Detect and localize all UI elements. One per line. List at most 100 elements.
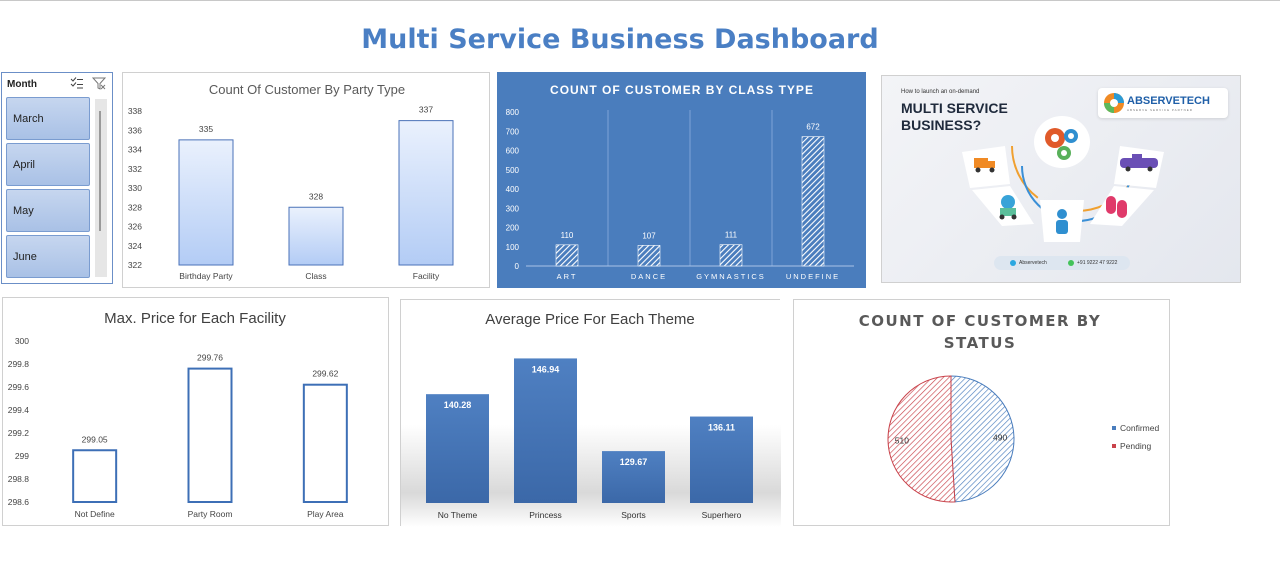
bar-play-area — [302, 383, 348, 503]
class-type-chart-panel: COUNT OF CUSTOMER BY CLASS TYPE 0 100 200 30… — [497, 72, 866, 288]
chart-title: COUNT OF CUSTOMER BY CLASS TYPE — [550, 83, 814, 97]
promo-skype: Abservetech — [1019, 260, 1047, 266]
facility-price-chart: Max. Price for Each Facility 298.6 298.8 29… — [8, 310, 348, 519]
bar-art — [555, 244, 579, 267]
theme-price-chart-panel: Average Price For Each Theme 140.28 No The… — [400, 299, 781, 527]
legend-marker-confirmed — [1112, 426, 1116, 430]
chart-title: Max. Price for Each Facility — [104, 310, 286, 327]
y-tick-label: 299.6 — [8, 382, 30, 392]
brand-tagline: ABSERVE SERVICE PARTNER — [1127, 108, 1193, 112]
y-tick-label: 299.8 — [8, 359, 30, 369]
bar-facility — [398, 120, 454, 266]
data-label-dance: 107 — [642, 231, 656, 240]
slicer-item-june[interactable]: June — [6, 235, 90, 278]
legend-label-pending: Pending — [1120, 441, 1151, 451]
dashboard: Multi Service Business Dashboard Month M… — [0, 0, 1280, 576]
whatsapp-icon — [1068, 260, 1074, 266]
y-tick-label: 330 — [128, 183, 142, 193]
brand-logo: ABSERVETECH ABSERVE SERVICE PARTNER — [1098, 88, 1228, 118]
slicer-item-april[interactable]: April — [6, 143, 90, 186]
bar-princess — [514, 358, 577, 503]
promo-headline: MULTI SERVICE BUSINESS? — [901, 100, 1031, 134]
y-tick-label: 200 — [506, 224, 520, 233]
data-label-party-room: 299.76 — [197, 353, 223, 363]
y-tick-label: 324 — [128, 241, 142, 251]
gears-icon — [1034, 116, 1090, 168]
y-tick-label: 600 — [506, 147, 520, 156]
slicer-scrollbar[interactable] — [95, 99, 107, 277]
data-label-pending: 510 — [895, 436, 909, 446]
y-tick-label: 332 — [128, 164, 142, 174]
x-tick-label: Class — [305, 271, 326, 281]
y-tick-label: 800 — [506, 108, 520, 117]
promo-footer: Abservetech +91 9222 47 9222 — [994, 256, 1130, 270]
status-pie-chart: COUNT OF CUSTOMER BY STATUS 490 Confirmed 51… — [859, 312, 1159, 503]
data-label-sports: 129.67 — [620, 457, 648, 467]
data-label-play-area: 299.62 — [312, 369, 338, 379]
bar-no-theme — [426, 394, 489, 503]
x-tick-label: UNDEFINE — [786, 272, 840, 281]
brand-name: ABSERVETECH — [1127, 95, 1210, 107]
skype-icon — [1010, 260, 1016, 266]
y-tick-label: 334 — [128, 145, 142, 155]
y-tick-label: 338 — [128, 106, 142, 116]
party-type-chart: Count Of Customer By Party Type 322 324 326… — [128, 82, 454, 281]
x-tick-label: GYMNASTICS — [696, 272, 766, 281]
baby-icon — [1040, 200, 1084, 242]
x-tick-label: Play Area — [307, 509, 344, 519]
y-tick-label: 299.4 — [8, 405, 30, 415]
multi-select-icon[interactable] — [70, 77, 84, 89]
bar-birthday-party — [178, 139, 234, 266]
legend-marker-pending — [1112, 444, 1116, 448]
promo-small-text: How to launch an on-demand — [901, 89, 980, 95]
top-border — [0, 0, 1280, 1]
data-label-superhero: 136.11 — [708, 423, 735, 433]
bar-dance — [637, 245, 661, 267]
brand-logo-icon — [1104, 93, 1124, 113]
x-tick-label: No Theme — [438, 510, 478, 520]
slicer-item-march[interactable]: March — [6, 97, 90, 140]
month-slicer: Month March April May June — [1, 72, 113, 284]
y-tick-label: 326 — [128, 222, 142, 232]
taxi-icon — [1114, 146, 1164, 188]
slicer-scroll-thumb[interactable] — [99, 111, 101, 231]
delivery-icon — [972, 186, 1034, 226]
dashboard-title: Multi Service Business Dashboard — [361, 24, 879, 55]
facility-price-chart-panel: Max. Price for Each Facility 298.6 298.8 29… — [2, 297, 389, 526]
theme-price-chart: Average Price For Each Theme 140.28 No The… — [401, 300, 781, 527]
y-tick-label: 299.2 — [8, 428, 30, 438]
clear-filter-icon[interactable] — [92, 77, 106, 90]
y-tick-label: 336 — [128, 125, 142, 135]
x-tick-label: Party Room — [188, 509, 233, 519]
x-tick-label: Princess — [529, 510, 562, 520]
data-label-art: 110 — [561, 231, 574, 240]
data-label-class: 328 — [309, 191, 323, 201]
promo-headline-line2: BUSINESS? — [901, 117, 982, 133]
y-tick-label: 0 — [515, 262, 520, 271]
x-tick-label: Sports — [621, 510, 646, 520]
data-label-princess: 146.94 — [532, 364, 560, 374]
data-label-birthday-party: 335 — [199, 124, 213, 134]
data-label-confirmed: 490 — [993, 432, 1007, 442]
y-tick-label: 298.6 — [8, 497, 30, 507]
bar-party-room — [187, 367, 233, 503]
y-tick-label: 328 — [128, 202, 142, 212]
promo-banner: How to launch an on-demand MULTI SERVICE… — [881, 75, 1241, 283]
y-tick-label: 300 — [15, 336, 29, 346]
y-tick-label: 100 — [506, 243, 520, 252]
party-type-chart-panel: Count Of Customer By Party Type 322 324 326… — [122, 72, 490, 288]
slicer-item-may[interactable]: May — [6, 189, 90, 232]
y-tick-label: 298.8 — [8, 474, 30, 484]
x-tick-label: DANCE — [631, 272, 667, 281]
data-label-not-define: 299.05 — [82, 434, 108, 444]
status-pie-chart-panel: COUNT OF CUSTOMER BY STATUS 490 Confirmed 51… — [793, 299, 1170, 526]
chart-title: Average Price For Each Theme — [485, 311, 695, 328]
x-tick-label: Facility — [413, 271, 440, 281]
x-tick-label: Birthday Party — [179, 271, 233, 281]
y-tick-label: 700 — [506, 127, 520, 136]
legend-label-confirmed: Confirmed — [1120, 423, 1159, 433]
slicer-toolbar — [70, 77, 106, 90]
bar-not-define — [72, 449, 118, 503]
promo-phone: +91 9222 47 9222 — [1077, 260, 1118, 266]
promo-headline-line1: MULTI SERVICE — [901, 100, 1008, 116]
